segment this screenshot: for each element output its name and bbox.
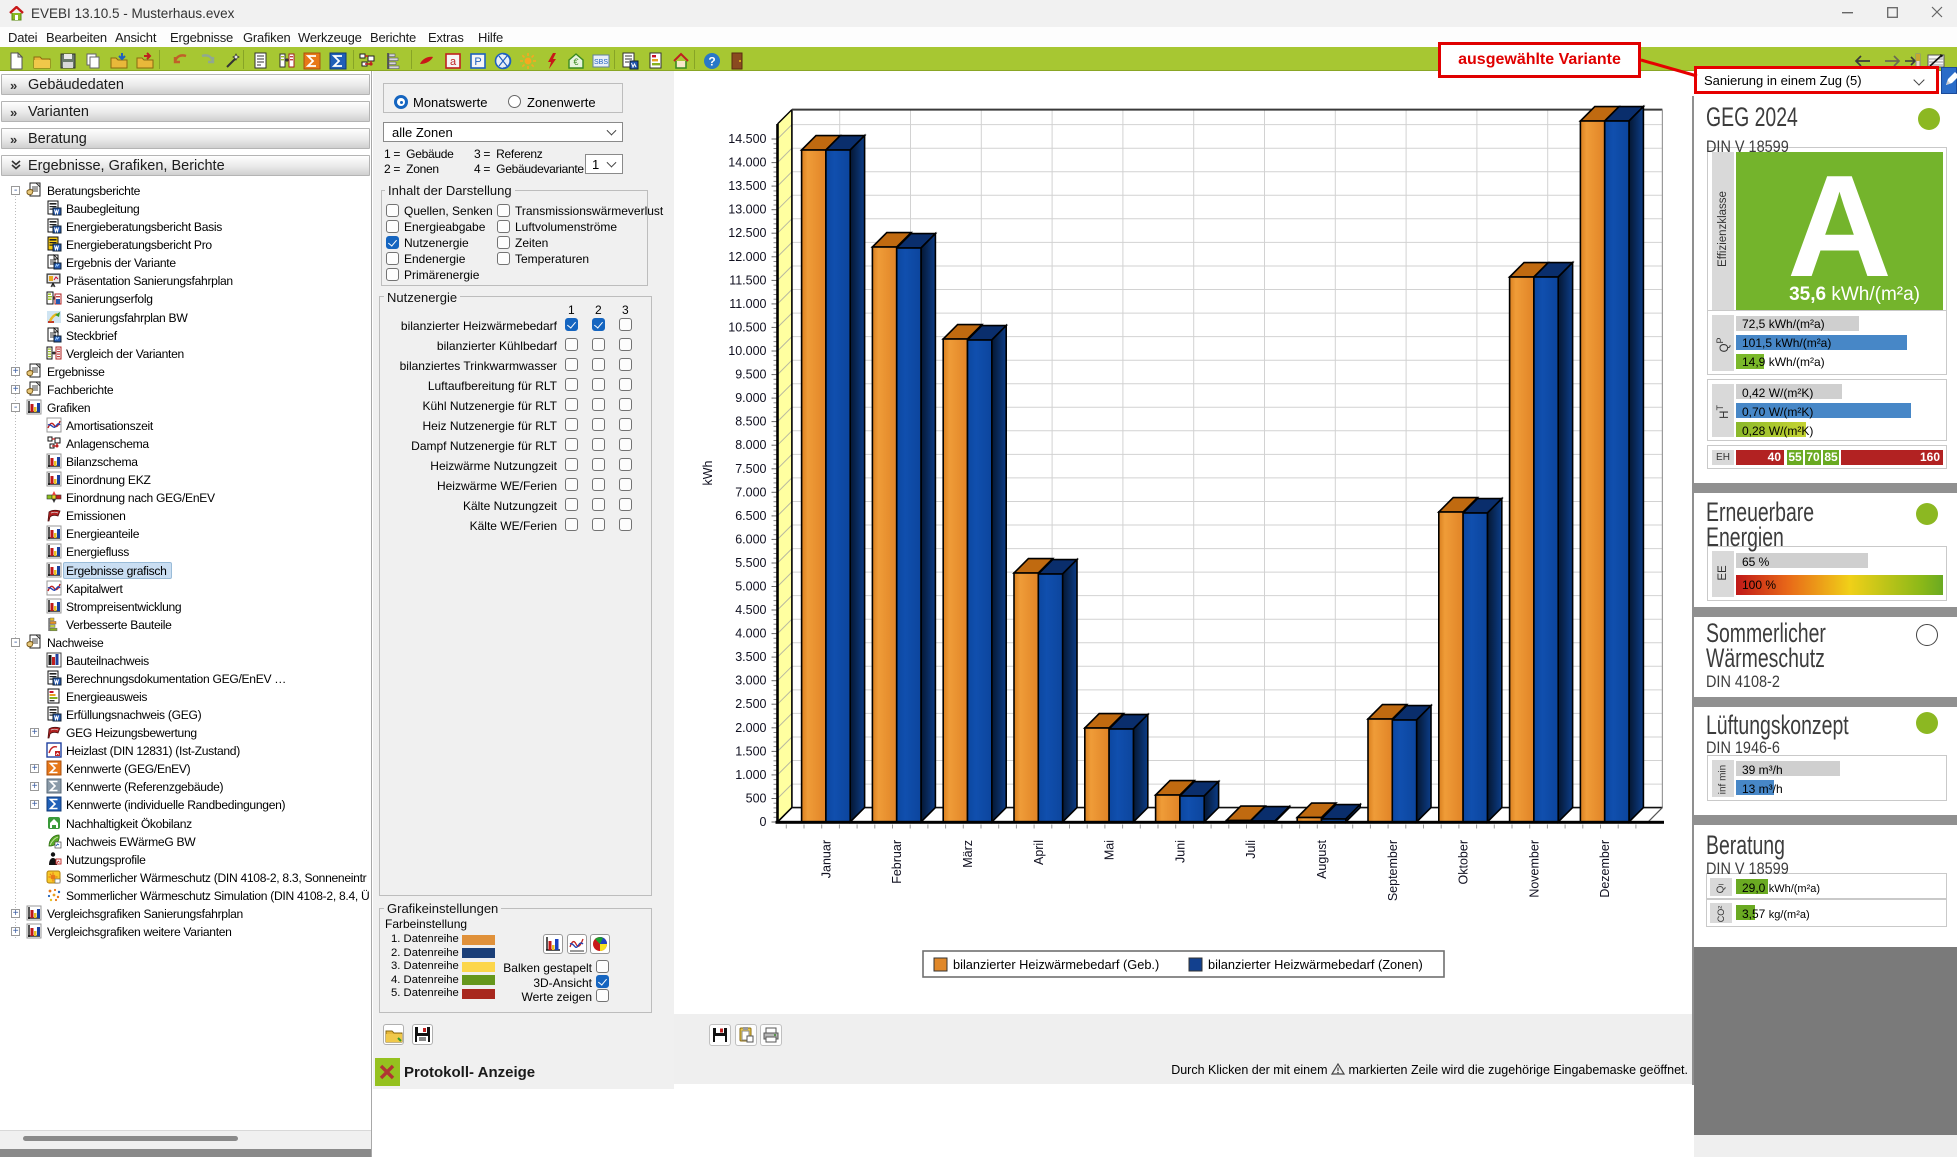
svg-text:2.500: 2.500 [735, 697, 766, 711]
svg-text:3.000: 3.000 [735, 674, 766, 688]
svg-text:März: März [961, 840, 975, 868]
svg-text:2.000: 2.000 [735, 721, 766, 735]
svg-text:Mai: Mai [1103, 840, 1117, 860]
svg-text:November: November [1527, 840, 1541, 898]
svg-text:1.000: 1.000 [735, 768, 766, 782]
svg-text:4.000: 4.000 [735, 627, 766, 641]
svg-text:kWh: kWh [701, 460, 715, 485]
svg-text:11.500: 11.500 [729, 273, 766, 287]
svg-text:5.000: 5.000 [735, 580, 766, 594]
svg-text:4.500: 4.500 [735, 603, 766, 617]
svg-text:12.500: 12.500 [728, 226, 766, 240]
svg-text:12.000: 12.000 [728, 250, 766, 264]
svg-text:Dezember: Dezember [1598, 840, 1612, 898]
svg-text:August: August [1315, 839, 1329, 878]
svg-text:Januar: Januar [819, 840, 833, 878]
svg-text:Juni: Juni [1173, 840, 1187, 863]
svg-text:8.500: 8.500 [735, 415, 766, 429]
svg-text:500: 500 [746, 792, 767, 806]
svg-text:9.500: 9.500 [735, 368, 766, 382]
svg-text:Februar: Februar [890, 840, 904, 884]
svg-text:September: September [1386, 840, 1400, 901]
svg-text:1.500: 1.500 [735, 744, 766, 758]
svg-text:13.000: 13.000 [728, 203, 766, 217]
svg-text:10.000: 10.000 [728, 344, 766, 358]
svg-text:6.000: 6.000 [735, 532, 766, 546]
svg-text:bilanzierter Heizwärmebedarf (: bilanzierter Heizwärmebedarf (Geb.) [953, 957, 1159, 972]
svg-text:3.500: 3.500 [735, 650, 766, 664]
svg-text:bilanzierter Heizwärmebedarf (: bilanzierter Heizwärmebedarf (Zonen) [1208, 957, 1423, 972]
svg-text:7.500: 7.500 [735, 462, 766, 476]
svg-text:13.500: 13.500 [728, 179, 766, 193]
svg-text:8.000: 8.000 [735, 438, 766, 452]
svg-text:11.000: 11.000 [729, 297, 766, 311]
svg-text:Oktober: Oktober [1457, 840, 1471, 884]
svg-text:9.000: 9.000 [735, 391, 766, 405]
svg-text:7.000: 7.000 [735, 485, 766, 499]
svg-text:6.500: 6.500 [735, 509, 766, 523]
svg-text:14.000: 14.000 [728, 156, 766, 170]
svg-text:10.500: 10.500 [728, 320, 766, 334]
svg-text:14.500: 14.500 [728, 132, 766, 146]
svg-text:0: 0 [760, 815, 767, 829]
svg-text:5.500: 5.500 [735, 556, 766, 570]
svg-text:April: April [1032, 840, 1046, 865]
svg-text:Juli: Juli [1244, 840, 1258, 859]
